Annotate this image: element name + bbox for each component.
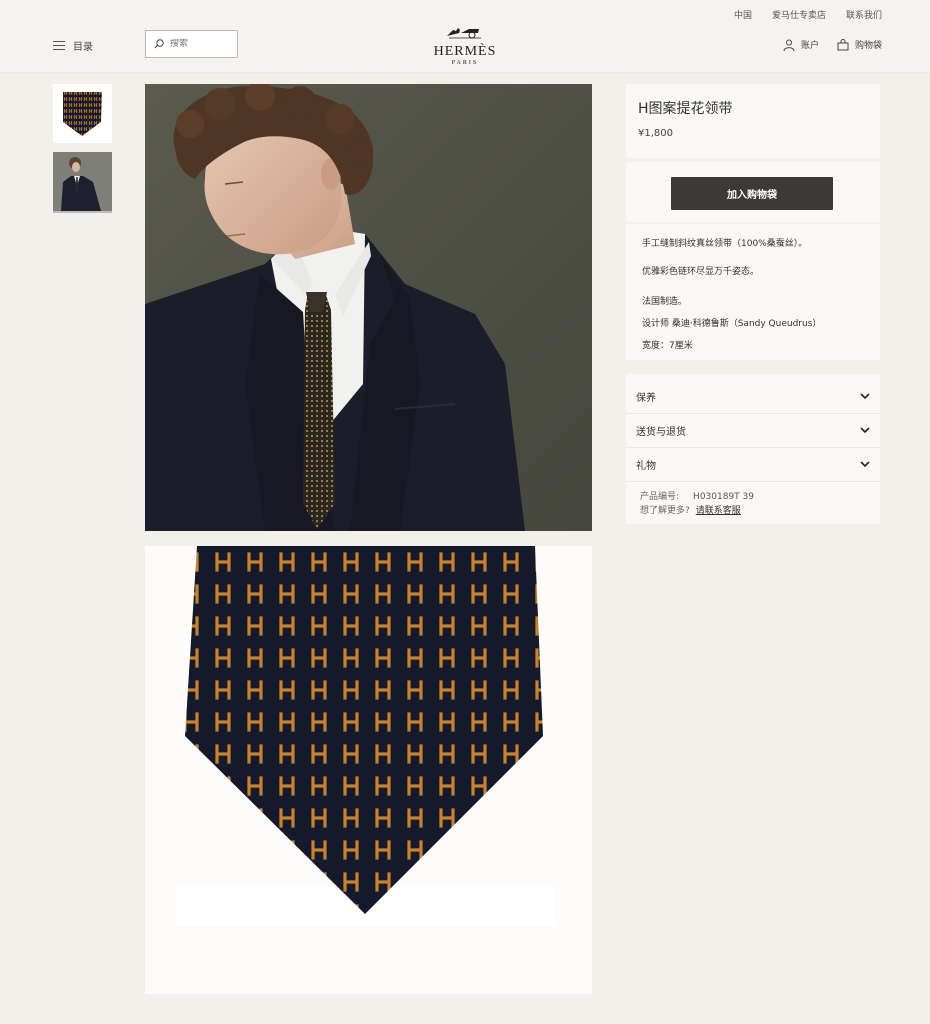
logo-brand: HERMÈS bbox=[433, 44, 497, 59]
bag-label: 购物袋 bbox=[854, 41, 882, 51]
top-link-stores[interactable]: 爱马仕专卖店 bbox=[772, 8, 826, 21]
bag-link[interactable]: 购物袋 bbox=[837, 38, 882, 51]
top-links: 中国 爱马仕专卖店 联系我们 bbox=[734, 8, 882, 21]
menu-label: 目录 bbox=[73, 42, 93, 53]
menu-icon bbox=[53, 41, 65, 50]
add-to-bag-button[interactable]: 加入购物袋 bbox=[671, 177, 833, 210]
logo-city: PARIS bbox=[451, 60, 479, 66]
accordion-label: 保养 bbox=[636, 393, 656, 404]
bag-icon bbox=[837, 38, 849, 50]
search-box[interactable] bbox=[145, 30, 238, 58]
contact-line: 想了解更多? 请联系客服 bbox=[640, 503, 741, 516]
account-area: 账户 购物袋 bbox=[783, 38, 882, 51]
accordion-label: 送货与退货 bbox=[636, 427, 686, 438]
chevron-down-icon bbox=[860, 393, 870, 400]
product-description: 手工缝制斜纹真丝领带（100%桑蚕丝）。 优雅彩色链环尽显万千姿态。 法国制造。… bbox=[626, 224, 880, 360]
accordion-shipping-returns[interactable]: 送货与退货 bbox=[626, 414, 880, 448]
product-image-tie-closeup bbox=[145, 546, 592, 994]
description-line: 设计师 桑迪·科德鲁斯（Sandy Queudrus） bbox=[642, 319, 822, 329]
chevron-down-icon bbox=[860, 427, 870, 434]
menu-button[interactable]: 目录 bbox=[53, 38, 93, 53]
chevron-down-icon bbox=[860, 461, 870, 468]
description-line: 法国制造。 bbox=[642, 297, 688, 307]
description-line: 优雅彩色链环尽显万千姿态。 bbox=[642, 267, 760, 277]
account-label: 账户 bbox=[800, 41, 819, 51]
thumbnail-model[interactable] bbox=[53, 152, 112, 213]
sku-value: H030189T 39 bbox=[693, 492, 754, 502]
user-icon bbox=[783, 39, 795, 51]
sku-label: 产品编号: bbox=[640, 492, 680, 502]
search-icon bbox=[154, 39, 164, 49]
thumbnail-tie[interactable] bbox=[53, 84, 112, 143]
description-line: 手工缝制斜纹真丝领带（100%桑蚕丝）。 bbox=[642, 239, 808, 249]
contact-support-link[interactable]: 请联系客服 bbox=[696, 506, 741, 516]
product-title: H图案提花领带 bbox=[638, 101, 733, 117]
product-info-accordion: 保养 送货与退货 礼物 产品编号: H030189T 39 想了解更多? 请联系客服 bbox=[626, 374, 880, 524]
sku-line: 产品编号: H030189T 39 bbox=[640, 489, 754, 502]
accordion-label: 礼物 bbox=[636, 461, 656, 472]
product-price: ¥1,800 bbox=[638, 128, 673, 139]
top-link-contact[interactable]: 联系我们 bbox=[846, 8, 882, 21]
more-info-label: 想了解更多? bbox=[640, 506, 690, 516]
search-input[interactable] bbox=[170, 39, 230, 49]
product-image-model bbox=[145, 84, 592, 531]
accordion-gift[interactable]: 礼物 bbox=[626, 448, 880, 482]
description-line: 宽度：7厘米 bbox=[642, 341, 693, 351]
accordion-care[interactable]: 保养 bbox=[626, 380, 880, 414]
account-link[interactable]: 账户 bbox=[783, 38, 819, 51]
horse-carriage-logo bbox=[447, 28, 481, 39]
brand-logo[interactable]: HERMÈS PARIS bbox=[425, 24, 505, 66]
top-link-china[interactable]: 中国 bbox=[734, 8, 752, 21]
add-to-bag-panel: 加入购物袋 bbox=[626, 162, 880, 222]
product-header-panel: H图案提花领带 ¥1,800 bbox=[626, 84, 880, 158]
